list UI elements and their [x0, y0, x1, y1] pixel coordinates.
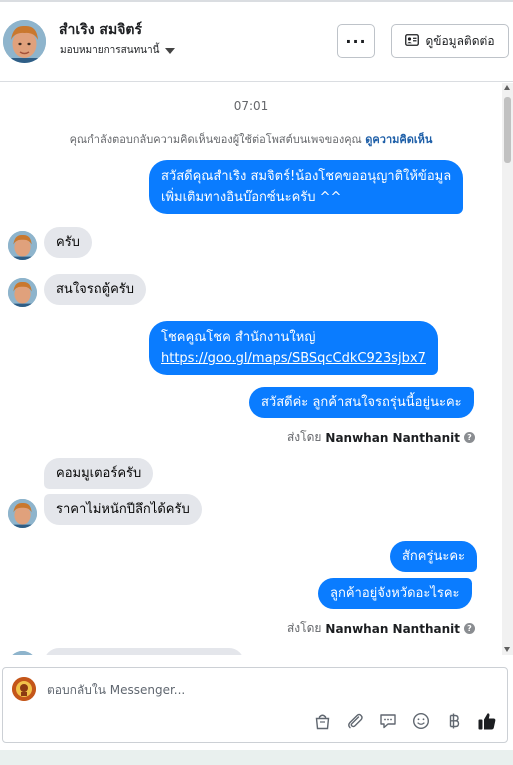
page-avatar: [12, 677, 36, 701]
shop-icon[interactable]: [312, 711, 332, 731]
map-link[interactable]: https://goo.gl/maps/SBSqcCdkC923sjbx7: [161, 348, 426, 369]
contact-name[interactable]: สำเริง สมจิตร์: [59, 19, 142, 41]
scroll-thumb[interactable]: [504, 97, 511, 163]
message-bubble-incoming[interactable]: ครับ: [44, 227, 92, 258]
contact-avatar-small: [8, 278, 37, 307]
message-bubble-incoming-partial[interactable]: [44, 648, 244, 655]
contact-avatar-small: [8, 651, 37, 655]
contact-avatar[interactable]: [3, 20, 46, 63]
scroll-down-arrow-icon[interactable]: [504, 647, 510, 652]
like-icon[interactable]: [477, 711, 497, 731]
emoji-icon[interactable]: [411, 711, 431, 731]
message-line: เพิ่มเติมทางอินบ๊อกซ์นะครับ ^^: [161, 190, 342, 205]
view-contact-label: ดูข้อมูลติดต่อ: [425, 33, 495, 48]
help-icon[interactable]: ?: [464, 432, 475, 443]
sent-by-label: ส่งโดย Nanwhan Nanthanit ?: [287, 619, 475, 638]
reply-input[interactable]: ตอบกลับใน Messenger...: [47, 681, 185, 700]
saved-reply-icon[interactable]: [378, 711, 398, 731]
reply-composer[interactable]: ตอบกลับใน Messenger...: [2, 667, 508, 743]
composer-toolbar: [312, 711, 497, 731]
thread-scrollbar[interactable]: [502, 83, 513, 655]
help-icon[interactable]: ?: [464, 623, 475, 634]
view-contact-button[interactable]: ดูข้อมูลติดต่อ: [391, 24, 509, 58]
sent-by-name: Nanwhan Nanthanit: [325, 430, 460, 445]
message-bubble-outgoing[interactable]: สักครู่นะคะ: [390, 541, 478, 572]
contact-avatar-small: [8, 499, 37, 528]
message-bubble-incoming[interactable]: ราคาไม่หนักปีลึกได้ครับ: [44, 494, 202, 525]
timestamp: 07:01: [233, 99, 269, 113]
contact-card-icon: [405, 33, 420, 49]
attachment-icon[interactable]: [345, 711, 365, 731]
bottom-strip: [0, 750, 513, 765]
sent-by-prefix: ส่งโดย: [286, 430, 322, 444]
message-bubble-outgoing[interactable]: โชคคูณโชค สำนักงานใหญ่ https://goo.gl/ma…: [149, 321, 438, 375]
message-line: โชคคูณโชค สำนักงานใหญ่: [161, 330, 316, 345]
notice-text: คุณกำลังตอบกลับความคิดเห็นของผู้ใช้ต่อโพ…: [69, 133, 362, 146]
assign-conversation-dropdown[interactable]: มอบหมายการสนทนานี้: [60, 43, 176, 58]
message-line: สวัสดีคุณสำเริง สมจิตร์!น้องโชคขออนุญาติ…: [161, 169, 452, 184]
contact-avatar-small: [8, 231, 37, 260]
view-comment-link[interactable]: ดูความคิดเห็น: [365, 133, 432, 146]
message-bubble-incoming[interactable]: สนใจรถตู้ครับ: [44, 274, 147, 305]
message-bubble-incoming[interactable]: คอมมูเตอร์ครับ: [44, 458, 154, 489]
message-thread: 07:01 คุณกำลังตอบกลับความคิดเห็นของผู้ใช…: [0, 83, 502, 655]
sent-by-name: Nanwhan Nanthanit: [325, 621, 460, 636]
message-bubble-outgoing[interactable]: ลูกค้าอยู่จังหวัดอะไรคะ: [318, 578, 472, 609]
message-bubble-outgoing[interactable]: สวัสดีค่ะ ลูกค้าสนใจรถรุ่นนี้อยู่นะคะ: [249, 387, 474, 418]
scroll-up-arrow-icon[interactable]: [504, 85, 510, 90]
baht-icon[interactable]: [444, 711, 464, 731]
sent-by-label: ส่งโดย Nanwhan Nanthanit ?: [287, 428, 475, 447]
conversation-panel: สำเริง สมจิตร์ มอบหมายการสนทนานี้ ··· ดู…: [0, 0, 513, 750]
message-bubble-outgoing[interactable]: สวัสดีคุณสำเริง สมจิตร์!น้องโชคขออนุญาติ…: [149, 160, 464, 214]
conversation-header: สำเริง สมจิตร์ มอบหมายการสนทนานี้ ··· ดู…: [0, 0, 513, 82]
comment-reply-notice: คุณกำลังตอบกลับความคิดเห็นของผู้ใช้ต่อโพ…: [0, 130, 502, 148]
sent-by-prefix: ส่งโดย: [286, 621, 322, 635]
top-divider: [0, 0, 513, 2]
more-options-button[interactable]: ···: [337, 24, 375, 58]
caret-down-icon: [165, 47, 176, 54]
assign-label: มอบหมายการสนทนานี้: [60, 45, 160, 56]
